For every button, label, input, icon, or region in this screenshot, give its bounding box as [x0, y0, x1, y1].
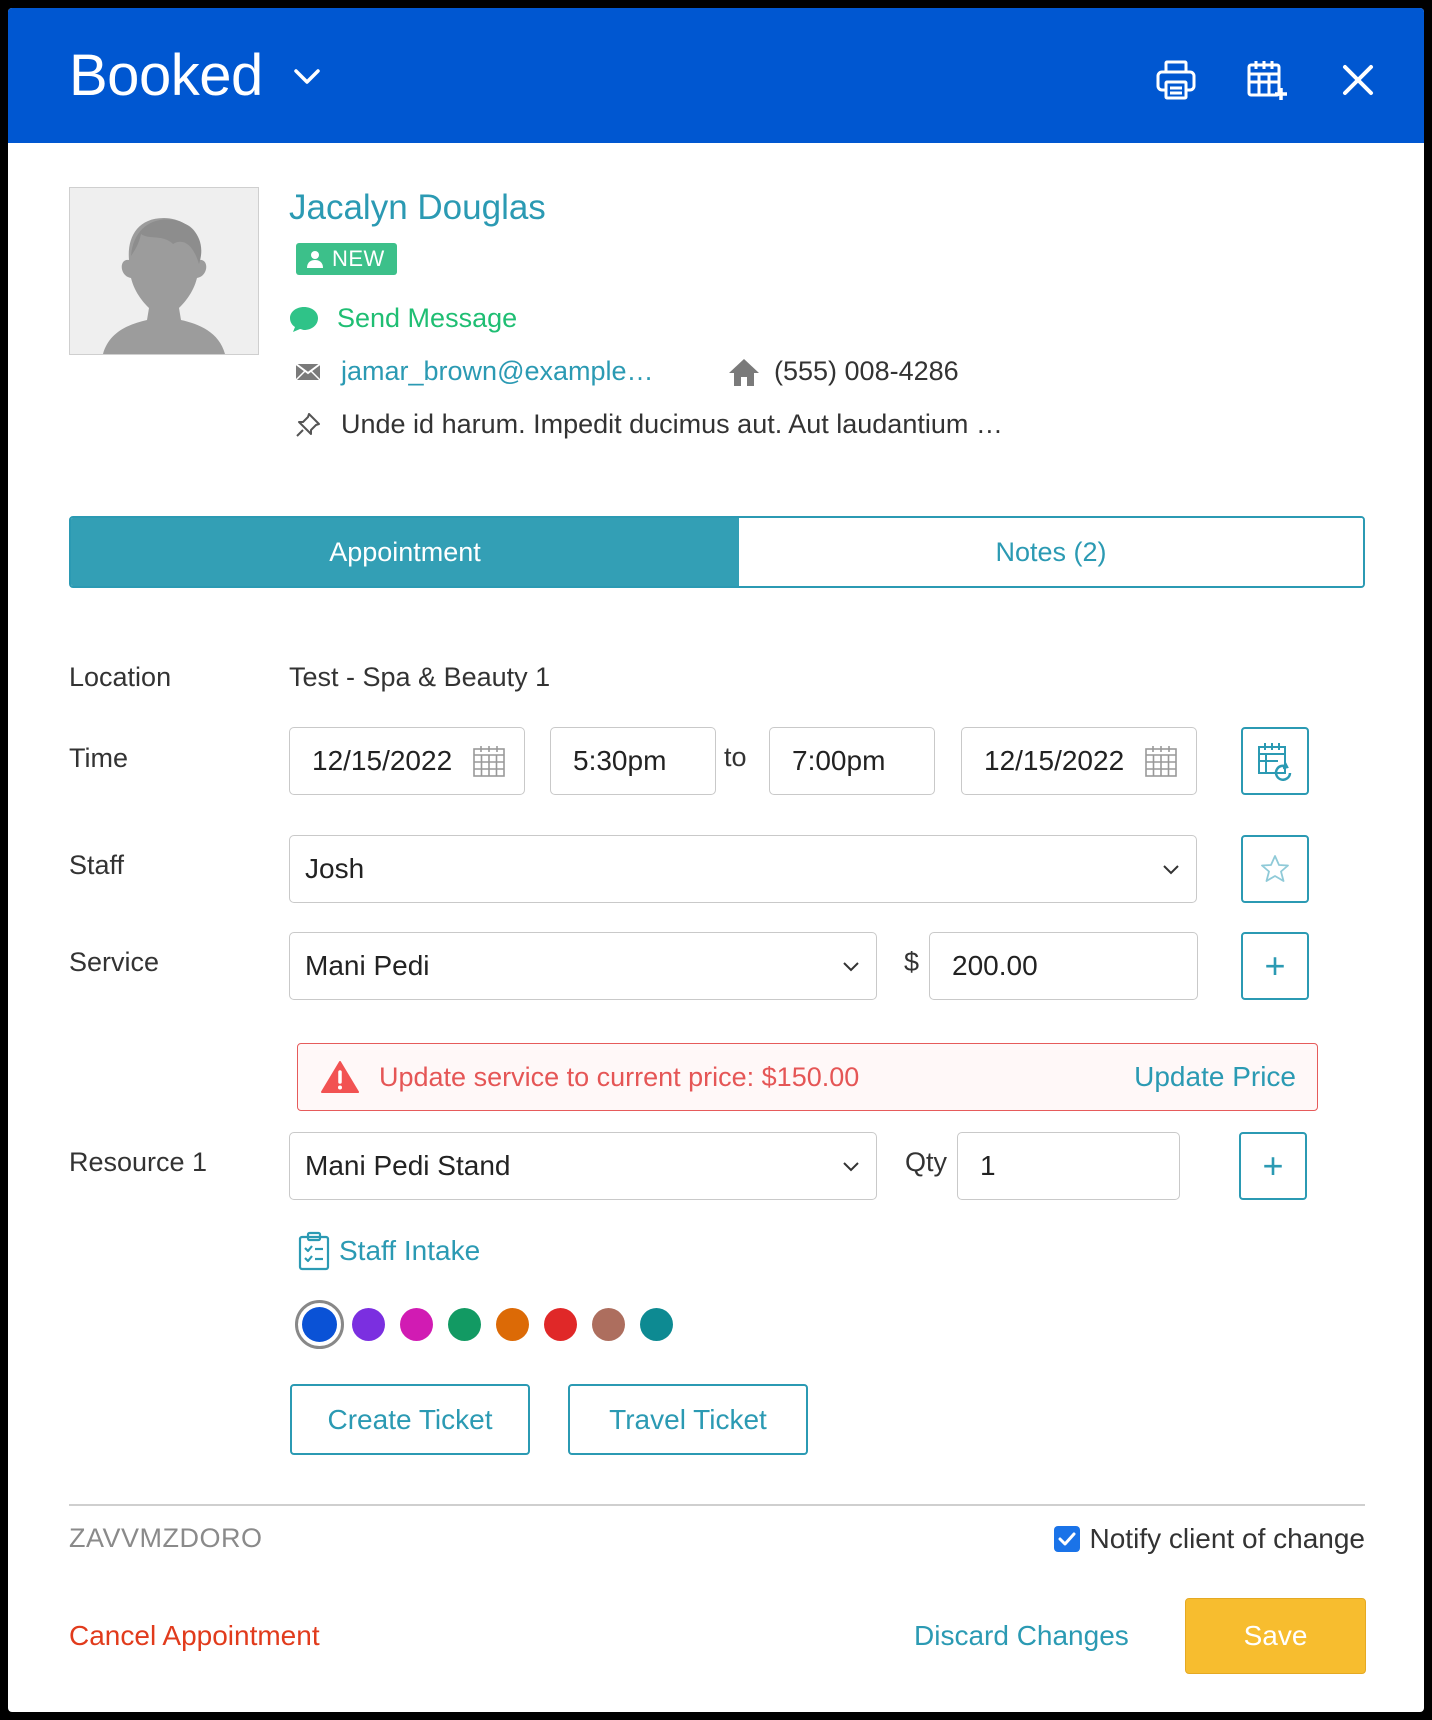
calendar-icon[interactable]: [472, 744, 506, 778]
price-input[interactable]: 200.00: [929, 932, 1198, 1000]
resource-value: Mani Pedi Stand: [305, 1150, 511, 1181]
add-service-button[interactable]: +: [1241, 932, 1309, 1000]
favorite-staff-button[interactable]: [1241, 835, 1309, 903]
divider: [69, 1504, 1365, 1506]
qty-label: Qty: [905, 1147, 948, 1177]
plus-icon: +: [1262, 1145, 1284, 1186]
save-button[interactable]: Save: [1185, 1598, 1366, 1674]
user-icon: [307, 251, 323, 268]
chevron-down-icon: [843, 962, 859, 972]
status-title: Booked: [69, 43, 263, 108]
travel-ticket-button[interactable]: Travel Ticket: [568, 1384, 808, 1455]
clipboard-check-icon: [298, 1231, 330, 1271]
color-swatch[interactable]: [295, 1300, 344, 1349]
pushpin-icon: [296, 412, 320, 437]
new-client-badge: NEW: [296, 243, 397, 275]
price-warning: Update service to current price: $150.00…: [297, 1043, 1318, 1111]
color-swatch[interactable]: [352, 1308, 385, 1341]
chevron-down-icon: [293, 68, 321, 91]
color-swatch[interactable]: [400, 1308, 433, 1341]
home-icon: [729, 358, 759, 386]
notify-label: Notify client of change: [1089, 1523, 1366, 1554]
end-time-input[interactable]: 7:00pm: [769, 727, 935, 795]
currency-symbol: $: [904, 947, 920, 977]
start-date-input[interactable]: 12/15/2022: [289, 727, 525, 795]
client-phone: (555) 008-4286: [728, 356, 959, 387]
end-time-value: 7:00pm: [792, 745, 886, 776]
warning-text: Update service to current price: $150.00: [379, 1061, 860, 1092]
qty-value: 1: [980, 1150, 996, 1181]
chevron-down-icon: [1163, 865, 1179, 875]
start-time-input[interactable]: 5:30pm: [550, 727, 716, 795]
end-date-input[interactable]: 12/15/2022: [961, 727, 1197, 795]
service-value: Mani Pedi: [305, 950, 430, 981]
start-date-value: 12/15/2022: [312, 745, 453, 776]
checkmark-icon: [1058, 1532, 1075, 1546]
checkbox-checked[interactable]: [1053, 1526, 1080, 1552]
client-address: Unde id harum. Impedit ducimus aut. Aut …: [295, 409, 1003, 440]
star-icon: [1261, 855, 1289, 882]
color-swatch[interactable]: [496, 1308, 529, 1341]
warning-icon: [321, 1061, 359, 1093]
send-message-label: Send Message: [337, 303, 518, 333]
status-dropdown[interactable]: Booked: [69, 42, 321, 109]
send-message-link[interactable]: Send Message: [289, 303, 517, 334]
staff-select[interactable]: Josh: [289, 835, 1197, 903]
discard-changes-link[interactable]: Discard Changes: [914, 1620, 1129, 1652]
badge-label: NEW: [332, 246, 385, 271]
service-select[interactable]: Mani Pedi: [289, 932, 877, 1000]
appointment-modal: Booked Jacalyn Douglas NEW Send Message …: [8, 8, 1424, 1712]
close-icon[interactable]: [1330, 52, 1386, 108]
appointment-code: ZAVVMZDORO: [69, 1523, 263, 1553]
address-text: Unde id harum. Impedit ducimus aut. Aut …: [341, 409, 1003, 439]
tab-appointment[interactable]: Appointment: [71, 518, 739, 586]
location-value: Test - Spa & Beauty 1: [289, 662, 551, 692]
qty-input[interactable]: 1: [957, 1132, 1180, 1200]
envelope-icon: [295, 362, 321, 381]
color-picker: [295, 1300, 688, 1349]
staff-label: Staff: [69, 850, 125, 880]
color-swatch[interactable]: [544, 1308, 577, 1341]
person-silhouette-icon: [103, 218, 225, 354]
chat-bubble-icon: [290, 306, 318, 332]
staff-intake-label: Staff Intake: [339, 1235, 481, 1266]
staff-intake-link[interactable]: Staff Intake: [297, 1231, 480, 1271]
resource-select[interactable]: Mani Pedi Stand: [289, 1132, 877, 1200]
add-resource-button[interactable]: +: [1239, 1132, 1307, 1200]
modal-header: Booked: [8, 8, 1424, 143]
calendar-repeat-icon: [1258, 743, 1292, 781]
print-icon[interactable]: [1148, 52, 1204, 108]
price-value: 200.00: [952, 950, 1038, 981]
color-swatch[interactable]: [448, 1308, 481, 1341]
color-swatch[interactable]: [592, 1308, 625, 1341]
notify-client-checkbox[interactable]: Notify client of change: [1053, 1523, 1366, 1555]
time-label: Time: [69, 743, 128, 773]
color-swatch[interactable]: [640, 1308, 673, 1341]
tab-bar: Appointment Notes (2): [69, 516, 1365, 588]
calendar-icon[interactable]: [1144, 744, 1178, 778]
resource-label: Resource 1: [69, 1147, 208, 1177]
start-time-value: 5:30pm: [573, 745, 667, 776]
plus-icon: +: [1264, 945, 1286, 986]
update-price-link[interactable]: Update Price: [1134, 1061, 1296, 1093]
calendar-add-icon[interactable]: [1239, 52, 1295, 108]
client-name[interactable]: Jacalyn Douglas: [289, 188, 546, 228]
cancel-appointment-link[interactable]: Cancel Appointment: [69, 1620, 320, 1652]
avatar: [69, 187, 259, 355]
chevron-down-icon: [843, 1162, 859, 1172]
location-label: Location: [69, 662, 172, 692]
to-label: to: [724, 742, 747, 772]
staff-value: Josh: [305, 853, 365, 884]
phone-text: (555) 008-4286: [774, 356, 959, 386]
repeat-calendar-button[interactable]: [1241, 727, 1309, 795]
end-date-value: 12/15/2022: [984, 745, 1125, 776]
client-email[interactable]: jamar_brown@example…: [295, 356, 654, 387]
create-ticket-button[interactable]: Create Ticket: [290, 1384, 530, 1455]
service-label: Service: [69, 947, 160, 977]
email-text: jamar_brown@example…: [341, 356, 654, 386]
tab-notes[interactable]: Notes (2): [739, 518, 1363, 586]
